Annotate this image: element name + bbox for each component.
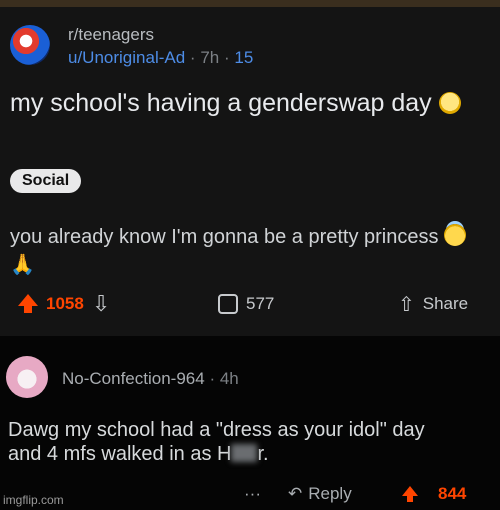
- subreddit-name[interactable]: r/teenagers: [68, 25, 154, 45]
- share-button[interactable]: ⇧ Share: [398, 289, 468, 319]
- comment-bubble-icon: [218, 294, 238, 314]
- post-body: you already know I'm gonna be a pretty p…: [10, 224, 480, 276]
- comment-separator: ·: [209, 369, 216, 388]
- comment-age: 4h: [219, 369, 239, 388]
- more-options-button[interactable]: ···: [244, 482, 261, 506]
- post-body-text: you already know I'm gonna be a pretty p…: [10, 226, 439, 248]
- comments-button[interactable]: 577: [218, 289, 274, 319]
- comment: No-Confection-964 · 4h Dawg my school ha…: [0, 336, 500, 510]
- post-card: r/teenagers u/Unoriginal-Ad · 7h · 15 my…: [0, 7, 500, 336]
- commenter-avatar[interactable]: [6, 356, 48, 398]
- comment-line-2: and 4 mfs walked in as H r.: [8, 442, 500, 466]
- reply-icon: ↶: [288, 484, 303, 503]
- byline-separator-1: ·: [189, 48, 196, 67]
- comment-byline: No-Confection-964 · 4h: [62, 369, 239, 389]
- comment-actions: ··· ↶ Reply 844: [0, 482, 500, 506]
- comment-count: 577: [246, 294, 275, 313]
- post-age: 7h: [200, 48, 220, 67]
- reply-label: Reply: [308, 484, 352, 503]
- comment-author[interactable]: No-Confection-964: [62, 369, 205, 388]
- comment-body: Dawg my school had a "dress as your idol…: [8, 418, 500, 466]
- post-title[interactable]: my school's having a genderswap day: [10, 87, 480, 119]
- comment-line-2-start: and 4 mfs walked in as H: [8, 443, 232, 465]
- post-actions: 1058 ⇩ 577 ⇧ Share: [0, 289, 500, 319]
- censored-blur: [231, 444, 258, 462]
- vote-control: 1058 ⇩: [18, 289, 110, 319]
- comment-vote-control: 844: [402, 482, 466, 506]
- share-label: Share: [422, 294, 469, 313]
- post-byline: u/Unoriginal-Ad · 7h · 15: [68, 48, 253, 68]
- more-options-icon: ···: [244, 484, 261, 503]
- share-icon: ⇧: [398, 293, 415, 316]
- byline-separator-2: ·: [223, 48, 230, 67]
- comment-upvote-icon[interactable]: [402, 486, 418, 502]
- subreddit-avatar[interactable]: [10, 25, 50, 65]
- upvote-icon[interactable]: [18, 294, 38, 313]
- post-author[interactable]: u/Unoriginal-Ad: [68, 48, 185, 67]
- crying-emoji-icon: [438, 92, 461, 114]
- comment-score: 844: [438, 484, 467, 503]
- praying-hands-emoji-icon: 🙏: [10, 254, 35, 276]
- top-strip: [0, 0, 500, 7]
- post-views: 15: [234, 48, 254, 67]
- comment-line-1: Dawg my school had a "dress as your idol…: [8, 419, 425, 441]
- post-flair[interactable]: Social: [10, 169, 82, 193]
- upvote-count: 1058: [46, 294, 84, 313]
- comment-line-2-end: r.: [257, 443, 269, 465]
- reply-button[interactable]: ↶ Reply: [288, 482, 352, 506]
- watermark: imgflip.com: [3, 493, 64, 507]
- angel-emoji-icon: [444, 224, 467, 246]
- downvote-icon[interactable]: ⇩: [92, 293, 110, 315]
- post-title-text: my school's having a genderswap day: [10, 89, 432, 117]
